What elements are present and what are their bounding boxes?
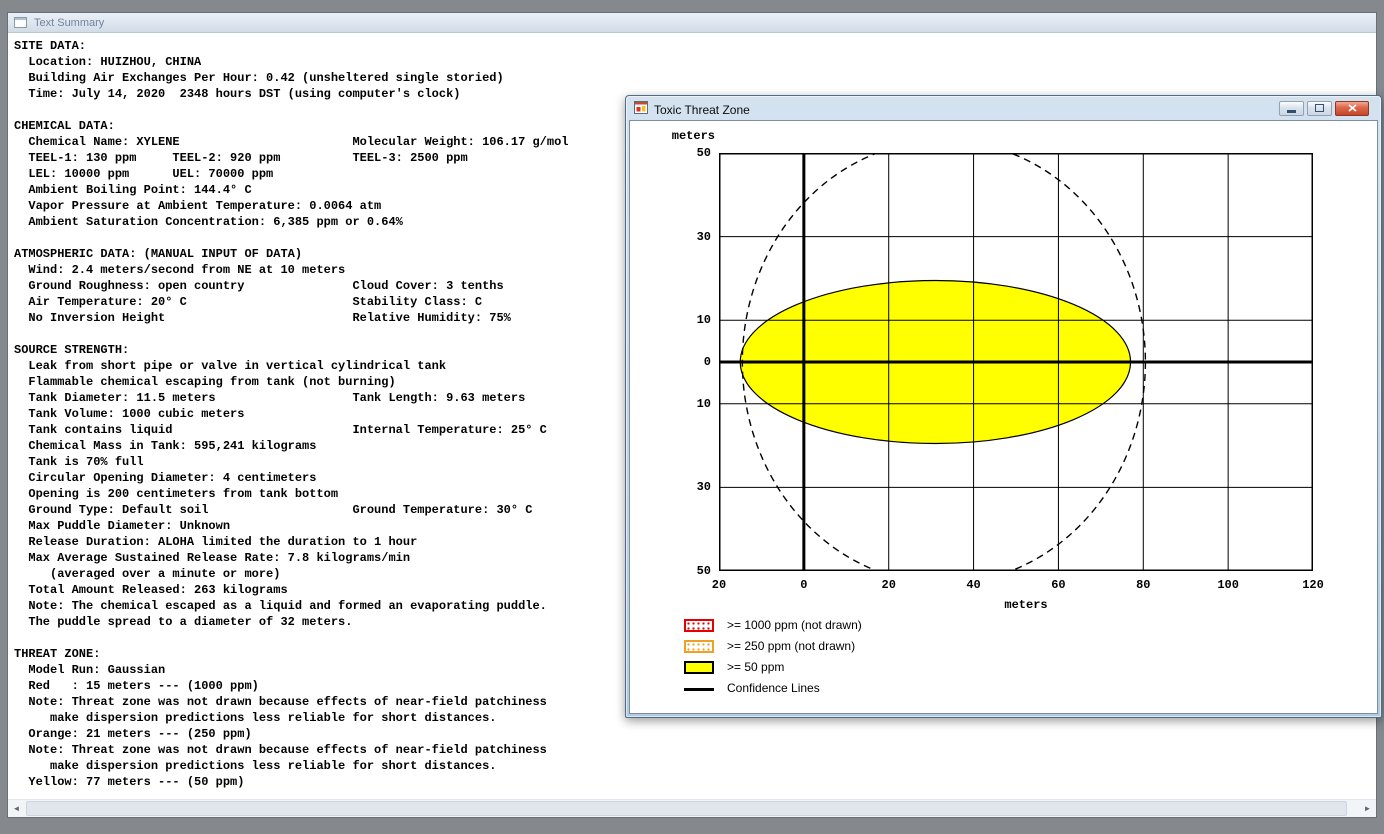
horizontal-scrollbar[interactable]: ◄ ►	[8, 799, 1376, 817]
toxic-threat-zone-content: meters meters 50 30 10 0 10 30 50 20 0 20 40 60 80 10…	[629, 120, 1378, 714]
text-summary-title: Text Summary	[34, 16, 105, 29]
caption-buttons	[1279, 100, 1369, 116]
legend-label: >= 50 ppm	[727, 660, 785, 674]
scroll-right-icon[interactable]: ►	[1359, 800, 1376, 817]
text-summary-window-icon	[14, 17, 27, 28]
y-tick-label: 0	[703, 355, 711, 369]
legend-label: >= 250 ppm (not drawn)	[727, 639, 856, 653]
close-icon	[1347, 104, 1357, 112]
legend-swatch-line	[684, 687, 714, 691]
maximize-icon	[1315, 104, 1324, 112]
legend-swatch-yellow	[684, 661, 714, 674]
toxic-threat-zone-window: Toxic Threat Zone meters meters 50 30 10 0 1…	[625, 95, 1382, 718]
legend-label: >= 1000 ppm (not drawn)	[727, 618, 862, 632]
legend: >= 1000 ppm (not drawn) >= 250 ppm (not d…	[684, 619, 862, 695]
x-tick-label: 80	[1136, 578, 1151, 592]
x-tick-label: 0	[800, 578, 808, 592]
y-tick-label: 30	[696, 480, 711, 495]
text-summary-titlebar[interactable]: Text Summary	[8, 13, 1376, 33]
y-tick-label: 10	[696, 396, 711, 411]
legend-item: >= 1000 ppm (not drawn)	[684, 619, 862, 632]
legend-item: >= 50 ppm	[684, 661, 862, 674]
legend-swatch-orange	[684, 640, 714, 653]
minimize-icon	[1287, 110, 1296, 113]
close-button[interactable]	[1335, 100, 1369, 116]
x-tick-label: 100	[1217, 578, 1239, 592]
legend-label: Confidence Lines	[727, 681, 820, 695]
maximize-button[interactable]	[1307, 100, 1332, 116]
y-tick-label: 10	[696, 313, 711, 328]
x-tick-label: 60	[1051, 578, 1066, 592]
scroll-left-icon[interactable]: ◄	[8, 800, 25, 817]
legend-item: >= 250 ppm (not drawn)	[684, 640, 862, 653]
toxic-threat-zone-titlebar[interactable]: Toxic Threat Zone	[629, 99, 1378, 120]
legend-item: Confidence Lines	[684, 682, 862, 695]
x-tick-label: 20	[711, 578, 727, 592]
scrollbar-track[interactable]	[25, 800, 1359, 817]
x-tick-label: 40	[966, 578, 981, 592]
scrollbar-thumb[interactable]	[26, 801, 1347, 816]
legend-swatch-red	[684, 619, 714, 632]
threat-zone-plot-svg	[719, 153, 1313, 571]
toxic-threat-zone-title: Toxic Threat Zone	[654, 102, 750, 117]
summary-text: SITE DATA: Location: HUIZHOU, CHINA Buil…	[14, 39, 569, 789]
y-tick-label: 50	[696, 146, 711, 160]
minimize-button[interactable]	[1279, 100, 1304, 116]
y-axis-label: meters	[671, 129, 715, 143]
toxic-threat-zone-window-icon	[634, 100, 648, 119]
x-axis-label: meters	[1004, 598, 1048, 612]
x-tick-label: 20	[881, 578, 896, 592]
x-tick-label: 120	[1302, 578, 1324, 592]
y-tick-label: 30	[696, 229, 711, 244]
